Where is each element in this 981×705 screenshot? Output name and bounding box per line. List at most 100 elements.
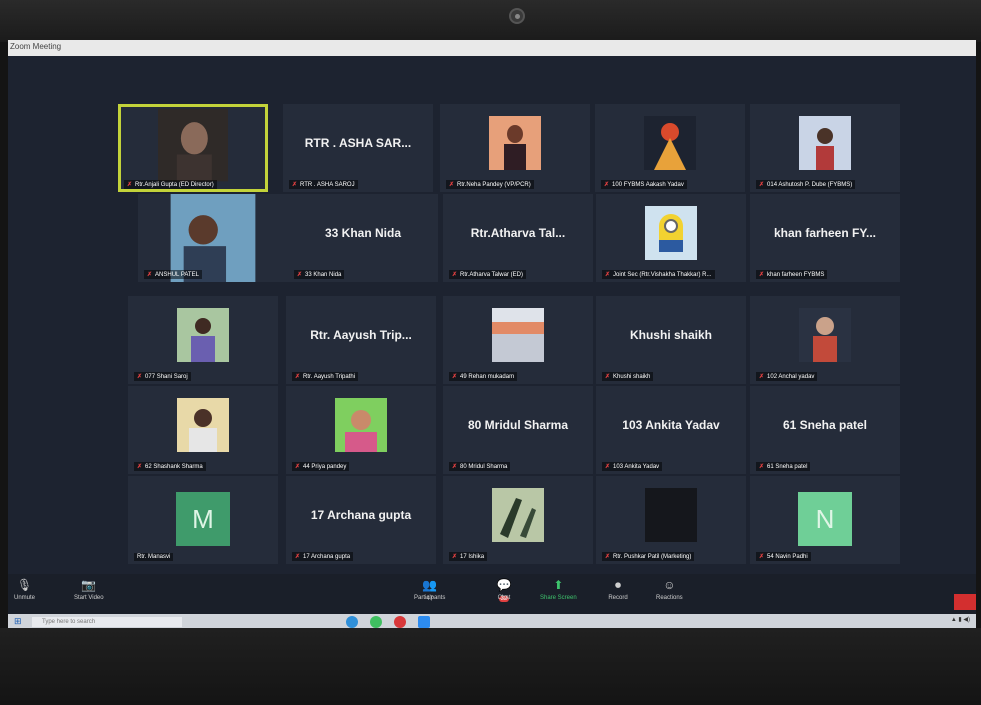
participant-tile[interactable]: ✗ Joint Sec (Rtr.Vishakha Thakkar) R...	[596, 194, 746, 282]
participant-tile[interactable]: ✗ Rtr. Pushkar Patil (Marketing)	[596, 476, 746, 564]
participant-name: 61 Sneha patel	[767, 464, 808, 470]
mic-muted-icon: ✗	[292, 182, 298, 188]
participant-name: Rtr.Anjali Gupta (ED Director)	[135, 182, 214, 188]
participant-tile[interactable]: RTR . ASHA SAR... ✗ RTR . ASHA SAROJ	[283, 104, 433, 192]
participant-name: 33 Khan Nida	[305, 272, 342, 278]
participant-photo	[335, 398, 387, 452]
participants-label: Participants	[414, 595, 446, 601]
participant-tile[interactable]: ✗ 014 Ashutosh P. Dube (FYBMS)	[750, 104, 900, 192]
participant-tile[interactable]: ✗ 102 Anchal yadav	[750, 296, 900, 384]
windows-start-icon[interactable]: ⊞	[14, 616, 22, 627]
participant-name: Rtr. Pushkar Patil (Marketing)	[613, 554, 692, 560]
participant-tile[interactable]: ✗ Rtr.Anjali Gupta (ED Director)	[118, 104, 268, 192]
participant-tile[interactable]: N ✗ 54 Navin Padhi	[750, 476, 900, 564]
participant-name: 102 Anchal yadav	[767, 374, 815, 380]
participant-display-name: RTR . ASHA SAR...	[304, 136, 412, 150]
mic-muted-icon: ✗	[759, 374, 765, 380]
participant-tile[interactable]: Khushi shaikh ✗ Khushi shaikh	[596, 296, 746, 384]
participant-name: 100 FYBMS Aakash Yadav	[612, 182, 684, 188]
mic-muted-icon: ✗	[759, 182, 765, 188]
mic-muted-icon: ✗	[452, 464, 458, 470]
participant-display-name: 103 Ankita Yadav	[622, 418, 720, 432]
participant-tile[interactable]: ✗ ANSHUL PATEL	[138, 194, 288, 282]
record-button[interactable]: ⏺ Record	[608, 578, 628, 601]
participant-photo	[489, 116, 541, 170]
end-meeting-button[interactable]	[954, 594, 976, 610]
participant-tile[interactable]: ✗ 100 FYBMS Aakash Yadav	[595, 104, 745, 192]
mic-muted-icon: ✗	[759, 272, 765, 278]
participant-tile[interactable]: Rtr.Atharva Tal... ✗ Rtr.Atharva Talwar (…	[443, 194, 593, 282]
meeting-controls: 🎙 Unmute 📷 Start Video 👥47 Participants …	[8, 574, 976, 614]
gallery-view: ✗ Rtr.Anjali Gupta (ED Director) RTR . AS…	[8, 56, 976, 574]
participant-name: 49 Rehan mukadam	[460, 374, 515, 380]
participant-tile[interactable]: 33 Khan Nida ✗ 33 Khan Nida	[288, 194, 438, 282]
participant-tile[interactable]: ✗ 49 Rehan mukadam	[443, 296, 593, 384]
participant-tile[interactable]: ✗ 17 Ishika	[443, 476, 593, 564]
mic-muted-icon: ✗	[449, 182, 455, 188]
mic-muted-icon: ✗	[452, 554, 458, 560]
mic-muted-icon: ✗	[295, 374, 301, 380]
mic-muted-icon: ✗	[604, 182, 610, 188]
participant-display-name: khan farheen FY...	[773, 226, 877, 240]
participant-photo	[177, 398, 229, 452]
participant-name: Rtr. Manasvi	[137, 554, 171, 560]
participant-display-name: 33 Khan Nida	[324, 226, 402, 240]
taskbar-search-placeholder: Type here to search	[42, 619, 96, 625]
window-titlebar: Zoom Meeting	[8, 40, 976, 56]
participant-name: 54 Navin Padhi	[767, 554, 808, 560]
participant-tile[interactable]: 61 Sneha patel ✗ 61 Sneha patel	[750, 386, 900, 474]
mic-muted-icon: ✗	[137, 464, 143, 470]
participant-tile[interactable]: khan farheen FY... ✗ khan farheen FYBMS	[750, 194, 900, 282]
participant-display-name: Rtr.Atharva Tal...	[470, 226, 566, 240]
participant-video	[158, 108, 228, 182]
microphone-muted-icon: 🎙	[16, 578, 33, 592]
laptop-screen: Zoom Meeting ✗ Rtr.Anjali Gupta (ED Direc…	[8, 40, 976, 628]
chat-label: Chat	[497, 595, 511, 601]
record-label: Record	[608, 595, 628, 601]
participant-name: 17 Ishika	[460, 554, 485, 560]
unmute-button[interactable]: 🎙 Unmute	[14, 578, 35, 601]
laptop-bezel-top	[0, 0, 981, 42]
participant-name: 44 Priya pandey	[303, 464, 347, 470]
participant-tile[interactable]: 80 Mridul Sharma ✗ 80 Mridul Sharma	[443, 386, 593, 474]
windows-taskbar: ⊞ Type here to search ▲ ▮ ◀)	[8, 614, 976, 628]
share-screen-button[interactable]: ⬆ Share Screen	[540, 578, 577, 601]
app-icon[interactable]	[394, 616, 406, 628]
participant-tile[interactable]: ✗ Rtr.Neha Pandey (VP/PCR)	[440, 104, 590, 192]
chat-button[interactable]: 💬32 Chat	[494, 578, 514, 602]
participant-tile[interactable]: M Rtr. Manasvi	[128, 476, 278, 564]
reactions-icon: ☺	[663, 578, 676, 592]
participant-photo	[645, 488, 697, 542]
taskbar-search[interactable]: Type here to search	[32, 617, 182, 627]
mic-muted-icon: ✗	[147, 272, 153, 278]
participant-photo	[492, 308, 544, 362]
participant-name: 62 Shashank Sharma	[145, 464, 203, 470]
participant-tile[interactable]: ✗ 62 Shashank Sharma	[128, 386, 278, 474]
participant-tile[interactable]: 103 Ankita Yadav ✗ 103 Ankita Yadav	[596, 386, 746, 474]
mic-muted-icon: ✗	[759, 464, 765, 470]
mic-muted-icon: ✗	[759, 554, 765, 560]
participant-name: 17 Archana gupta	[303, 554, 351, 560]
participants-button[interactable]: 👥47 Participants	[414, 578, 446, 602]
zoom-icon[interactable]	[418, 616, 430, 628]
mic-muted-icon: ✗	[297, 272, 303, 278]
mic-muted-icon: ✗	[295, 464, 301, 470]
mic-muted-icon: ✗	[605, 554, 611, 560]
start-video-label: Start Video	[74, 595, 104, 601]
system-tray: ▲ ▮ ◀)	[950, 617, 970, 623]
chrome-icon[interactable]	[370, 616, 382, 628]
record-icon: ⏺	[614, 578, 621, 592]
participant-tile[interactable]: ✗ 077 Shani Saroj	[128, 296, 278, 384]
start-video-button[interactable]: 📷 Start Video	[74, 578, 104, 601]
participant-tile[interactable]: Rtr. Aayush Trip... ✗ Rtr. Aayush Tripath…	[286, 296, 436, 384]
reactions-label: Reactions	[656, 595, 683, 601]
participant-tile[interactable]: 17 Archana gupta ✗ 17 Archana gupta	[286, 476, 436, 564]
edge-icon[interactable]	[346, 616, 358, 628]
mic-muted-icon: ✗	[452, 272, 458, 278]
mic-muted-icon: ✗	[605, 464, 611, 470]
participant-tile[interactable]: ✗ 44 Priya pandey	[286, 386, 436, 474]
reactions-button[interactable]: ☺ Reactions	[656, 578, 683, 601]
participants-icon: 👥47	[422, 578, 438, 602]
webcam-icon	[509, 8, 525, 24]
video-off-icon: 📷	[81, 578, 97, 592]
